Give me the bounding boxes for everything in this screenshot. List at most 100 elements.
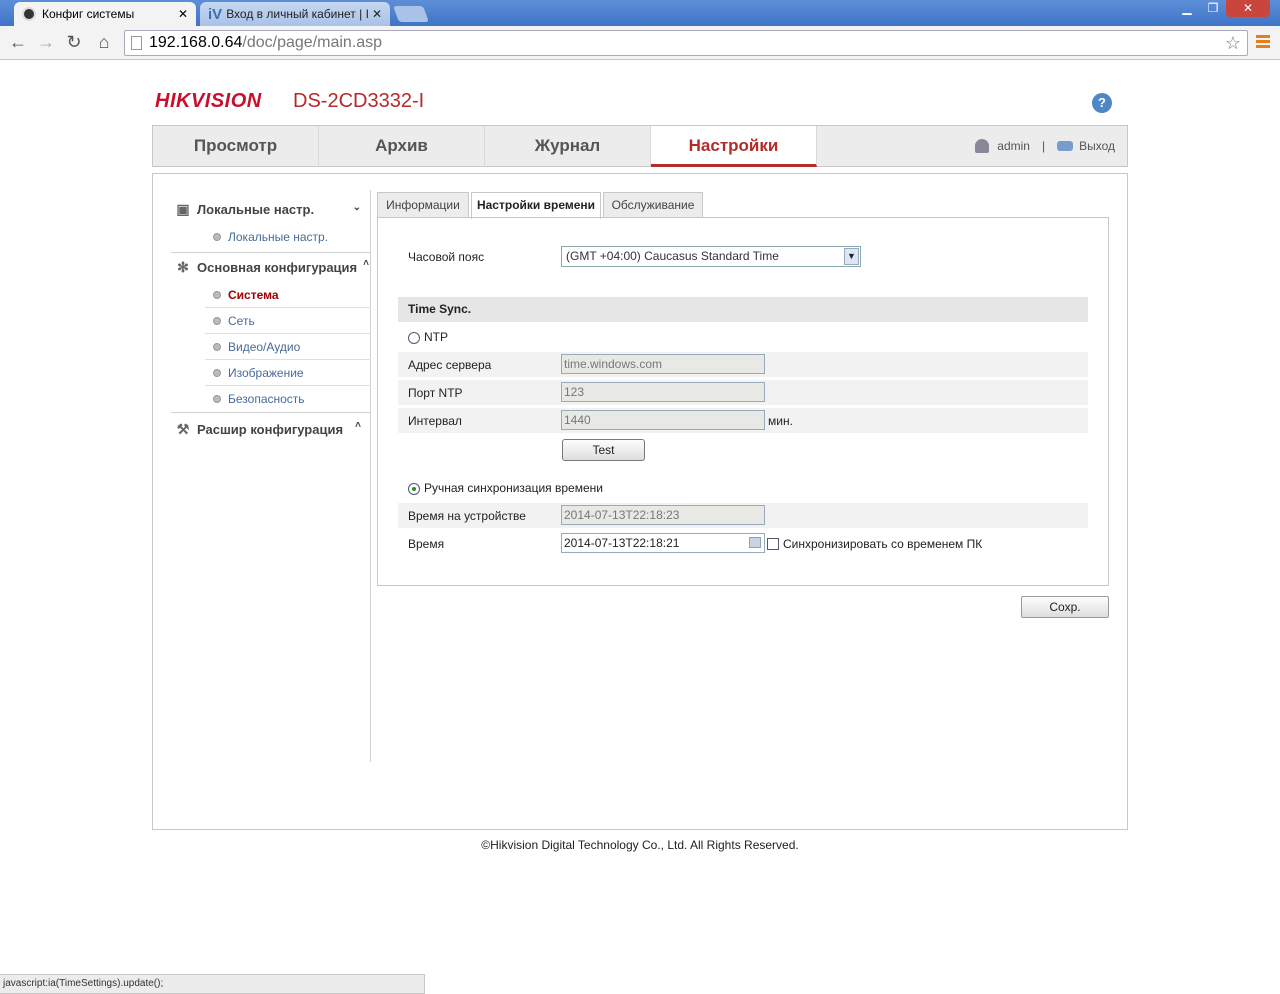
bullet-icon	[213, 233, 221, 241]
save-button[interactable]: Сохр.	[1021, 596, 1109, 618]
sidebar-item-label: Система	[228, 287, 279, 302]
sidebar-item-label: Сеть	[228, 313, 255, 328]
logout-icon[interactable]	[1057, 141, 1074, 151]
chevron-up-icon: ˄	[363, 258, 369, 269]
minimize-icon[interactable]: ▁	[1174, 0, 1200, 17]
wrench-icon: ⚒	[176, 421, 190, 437]
sidebar-group-advanced[interactable]: ⚒ Расшир конфигурация ˄	[171, 412, 371, 446]
interval-input[interactable]: 1440	[561, 410, 765, 430]
nav-tab-configuration[interactable]: Настройки	[651, 126, 817, 167]
browser-tab-active[interactable]: Конфиг системы ✕	[14, 2, 196, 26]
sidebar-group-label: Основная конфигурация	[197, 259, 358, 275]
forward-icon[interactable]: →	[34, 30, 58, 54]
device-time-input[interactable]: 2014-07-13T22:18:23	[561, 505, 765, 525]
home-icon[interactable]: ⌂	[92, 30, 116, 54]
ntp-radio[interactable]	[408, 332, 420, 344]
help-icon[interactable]: ?	[1092, 93, 1112, 113]
url-path: /doc/page/main.asp	[242, 34, 383, 51]
url-host: 192.168.0.64	[149, 34, 243, 51]
page-icon	[131, 36, 142, 50]
timezone-value: (GMT +04:00) Caucasus Standard Time	[566, 249, 779, 263]
chevron-down-icon: ⌄	[352, 202, 361, 213]
nav-tab-playback[interactable]: Архив	[319, 126, 485, 167]
sidebar-item-local[interactable]: Локальные настр.	[205, 224, 371, 250]
content-area: ▣ Локальные настр. ⌄ Локальные настр. ✻ …	[152, 173, 1128, 830]
set-time-input[interactable]: 2014-07-13T22:18:21	[561, 533, 765, 553]
logout-link[interactable]: Выход	[1079, 139, 1115, 153]
close-window-icon[interactable]: ✕	[1226, 0, 1270, 17]
sidebar-group-local[interactable]: ▣ Локальные настр. ⌄	[171, 192, 371, 226]
server-address-input[interactable]: time.windows.com	[561, 354, 765, 374]
interval-label: Интервал	[408, 414, 462, 428]
bookmark-star-icon[interactable]: ☆	[1225, 31, 1241, 55]
interval-unit: мин.	[768, 414, 793, 428]
back-icon[interactable]: ←	[6, 30, 30, 54]
sidebar-group-basic[interactable]: ✻ Основная конфигурация ˄	[171, 250, 371, 284]
tab-device-info[interactable]: Информации	[377, 192, 469, 218]
gear-icon: ✻	[177, 259, 189, 275]
reload-icon[interactable]: ↻	[62, 30, 86, 54]
tab-close-icon[interactable]: ✕	[178, 7, 188, 21]
main-nav: Просмотр Архив Журнал Настройки admin | …	[152, 125, 1128, 167]
tab-title: Вход в личный кабинет | Iv	[226, 7, 368, 21]
sidebar-item-image[interactable]: Изображение	[205, 360, 371, 386]
tab-close-icon[interactable]: ✕	[372, 7, 382, 21]
browser-status-bar: javascript:ia(TimeSettings).update();	[0, 974, 425, 994]
set-time-label: Время	[408, 537, 445, 551]
window-controls: ▁ ❐ ✕	[1174, 0, 1270, 17]
browser-titlebar: Конфиг системы ✕ iV Вход в личный кабине…	[0, 0, 1280, 26]
sidebar-item-label: Безопасность	[228, 392, 305, 406]
ntp-port-input[interactable]: 123	[561, 382, 765, 402]
set-time-value: 2014-07-13T22:18:21	[564, 536, 680, 550]
iv-favicon-icon: iV	[208, 5, 223, 23]
sidebar-item-network[interactable]: Сеть	[205, 308, 371, 334]
copyright-footer: ©Hikvision Digital Technology Co., Ltd. …	[481, 838, 799, 852]
tab-maintenance[interactable]: Обслуживание	[603, 192, 703, 218]
tab-time-settings[interactable]: Настройки времени	[471, 192, 601, 219]
monitor-icon: ▣	[176, 201, 190, 217]
server-address-label: Адрес сервера	[408, 358, 492, 372]
sync-pc-checkbox[interactable]	[767, 538, 779, 550]
device-time-label: Время на устройстве	[408, 509, 526, 523]
hikvision-logo: HIKVISION	[155, 90, 262, 112]
timezone-select[interactable]: (GMT +04:00) Caucasus Standard Time ▼	[561, 246, 861, 267]
sidebar-item-video-audio[interactable]: Видео/Аудио	[205, 334, 371, 360]
tab-title: Конфиг системы	[42, 7, 135, 21]
sidebar-item-security[interactable]: Безопасность	[205, 386, 371, 412]
bullet-icon	[213, 316, 221, 325]
chevron-up-icon: ˄	[355, 420, 361, 431]
test-button[interactable]: Test	[562, 439, 645, 461]
new-tab-button[interactable]	[393, 6, 429, 22]
sidebar-item-label: Локальные настр.	[228, 230, 329, 244]
sidebar: ▣ Локальные настр. ⌄ Локальные настр. ✻ …	[171, 190, 371, 762]
bullet-icon	[213, 290, 221, 299]
sync-pc-label: Синхронизировать со временем ПК	[783, 537, 983, 551]
bullet-icon	[213, 368, 221, 377]
bullet-icon	[213, 342, 221, 351]
time-settings-panel: Часовой пояс (GMT +04:00) Caucasus Stand…	[377, 217, 1109, 586]
manual-sync-label: Ручная синхронизация времени	[424, 481, 603, 495]
chevron-down-icon: ▼	[844, 248, 859, 265]
ntp-label: NTP	[424, 330, 448, 344]
nav-tab-live-view[interactable]: Просмотр	[153, 126, 319, 167]
ntp-port-label: Порт NTP	[408, 386, 463, 400]
username: admin	[997, 139, 1030, 153]
manual-sync-radio[interactable]	[408, 483, 420, 495]
calendar-icon[interactable]	[749, 537, 761, 548]
sidebar-item-label: Изображение	[228, 365, 304, 380]
browser-menu-icon[interactable]	[1256, 35, 1270, 50]
nav-tab-log[interactable]: Журнал	[485, 126, 651, 167]
browser-toolbar: ← → ↻ ⌂ 192.168.0.64/doc/page/main.asp ☆	[0, 26, 1280, 60]
separator: |	[1041, 139, 1046, 153]
time-sync-header: Time Sync.	[398, 297, 1088, 322]
user-box: admin | Выход	[975, 139, 1115, 153]
bullet-icon	[213, 395, 221, 403]
device-model: DS-2CD3332-I	[293, 90, 425, 112]
restore-icon[interactable]: ❐	[1200, 0, 1226, 17]
sidebar-item-label: Видео/Аудио	[228, 339, 301, 354]
sidebar-group-label: Расшир конфигурация	[197, 421, 344, 437]
hikvision-favicon-icon	[22, 7, 36, 21]
browser-tab-inactive[interactable]: iV Вход в личный кабинет | Iv ✕	[200, 2, 390, 26]
sidebar-item-system[interactable]: Система	[205, 282, 371, 308]
address-bar[interactable]: 192.168.0.64/doc/page/main.asp ☆	[124, 30, 1248, 56]
